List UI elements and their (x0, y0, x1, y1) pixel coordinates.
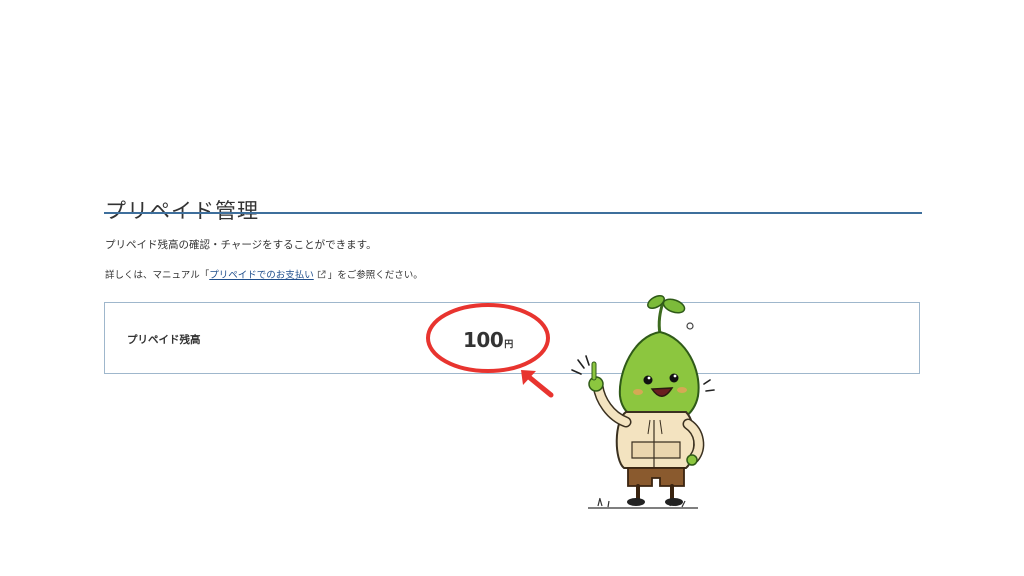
manual-note: 詳しくは、マニュアル「プリペイドでのお支払い 」をご参照ください。 (105, 267, 423, 282)
manual-note-suffix: 」をご参照ください。 (327, 270, 423, 281)
title-underline (104, 212, 922, 214)
manual-note-prefix: 詳しくは、マニュアル「 (105, 270, 210, 281)
page-title: プリペイド管理 (105, 199, 259, 224)
balance-label: プリペイド残高 (127, 334, 201, 346)
page-description: プリペイド残高の確認・チャージをすることができます。 (105, 239, 377, 251)
manual-link[interactable]: プリペイドでのお支払い (209, 270, 314, 281)
external-link-icon[interactable] (317, 270, 326, 282)
highlight-ellipse (426, 303, 550, 373)
pointer-arrow (521, 370, 554, 398)
sprout-mascot-illustration (571, 295, 715, 509)
